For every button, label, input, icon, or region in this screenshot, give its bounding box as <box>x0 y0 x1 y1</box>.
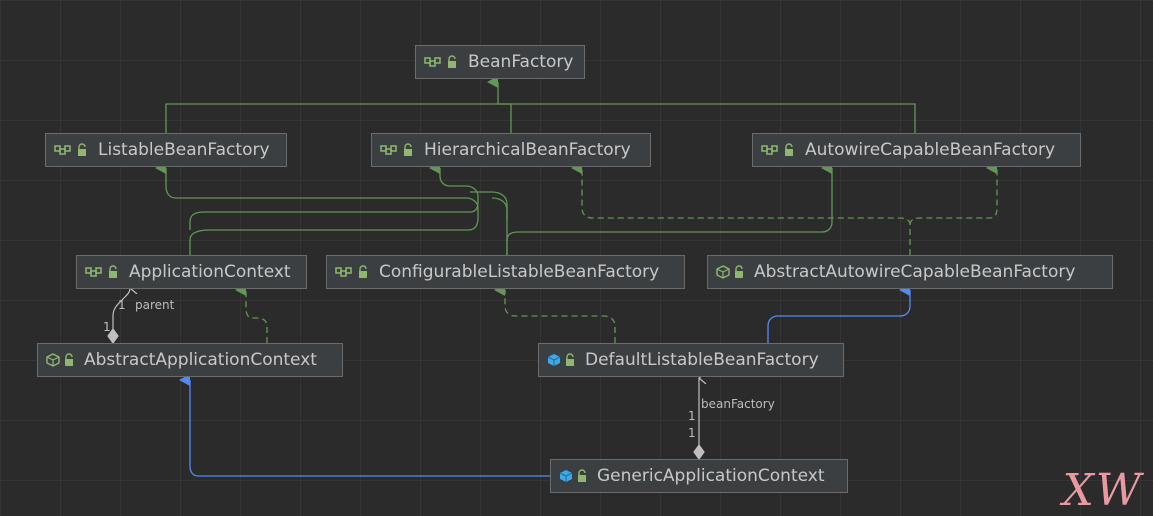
interface-icon <box>424 55 460 69</box>
abstract-class-icon <box>46 353 76 367</box>
beanfactory-multiplicity-bottom: 1 <box>688 426 696 440</box>
node-label: GenericApplicationContext <box>597 466 825 486</box>
node-label: AbstractApplicationContext <box>84 350 317 370</box>
node-label: HierarchicalBeanFactory <box>424 140 631 160</box>
node-label: ListableBeanFactory <box>98 140 270 160</box>
node-generic-application-context[interactable]: GenericApplicationContext <box>550 459 848 493</box>
beanfactory-role-label: beanFactory <box>701 397 775 411</box>
interface-icon <box>761 143 797 157</box>
interface-icon <box>54 143 90 157</box>
node-label: DefaultListableBeanFactory <box>585 350 819 370</box>
node-listable-bean-factory[interactable]: ListableBeanFactory <box>45 133 287 167</box>
edge-generic-to-abstract-appctx <box>179 374 550 477</box>
edge-appctx-to-hierarchical <box>189 162 479 230</box>
node-abstract-application-context[interactable]: AbstractApplicationContext <box>37 343 343 377</box>
node-abstract-autowire-capable-bean-factory[interactable]: AbstractAutowireCapableBeanFactory <box>707 255 1113 289</box>
edge-abstract-appctx-to-appctx <box>235 284 268 343</box>
class-icon <box>559 469 589 483</box>
node-autowire-capable-bean-factory[interactable]: AutowireCapableBeanFactory <box>752 133 1081 167</box>
interface-icon <box>380 143 416 157</box>
watermark: XW <box>1062 465 1143 516</box>
node-label: AutowireCapableBeanFactory <box>805 140 1056 160</box>
class-icon <box>547 353 577 367</box>
abstract-class-icon <box>716 265 746 279</box>
edge-configurable-to-autowire <box>506 162 833 255</box>
edge-configurable-to-hierarchical <box>470 191 508 220</box>
node-label: AbstractAutowireCapableBeanFactory <box>754 262 1076 282</box>
edge-hierarchical-to-beanfactory <box>498 103 512 133</box>
beanfactory-multiplicity-top: 1 <box>688 409 696 423</box>
node-label: BeanFactory <box>468 52 574 72</box>
node-default-listable-bean-factory[interactable]: DefaultListableBeanFactory <box>538 343 844 377</box>
node-hierarchical-bean-factory[interactable]: HierarchicalBeanFactory <box>371 133 651 167</box>
interface-icon <box>335 265 371 279</box>
node-label: ApplicationContext <box>129 262 291 282</box>
edge-abstract-autowire-to-autowire <box>909 162 998 255</box>
node-bean-factory[interactable]: BeanFactory <box>415 45 585 79</box>
edge-default-to-configurable <box>494 284 616 343</box>
edge-configurable-to-listable <box>491 197 508 255</box>
node-application-context[interactable]: ApplicationContext <box>76 255 307 289</box>
node-configurable-listable-bean-factory[interactable]: ConfigurableListableBeanFactory <box>326 255 685 289</box>
parent-multiplicity-top: 1 <box>118 298 126 312</box>
parent-role-label: parent <box>135 298 175 312</box>
parent-multiplicity-bottom: 1 <box>103 320 111 334</box>
edge-listable-to-beanfactory <box>165 76 499 133</box>
node-label: ConfigurableListableBeanFactory <box>379 262 660 282</box>
edge-default-to-abstract-autowire <box>767 284 911 343</box>
edge-autowire-to-beanfactory <box>498 103 916 133</box>
beanfactory-diamond <box>693 443 705 461</box>
interface-icon <box>85 265 121 279</box>
edge-abstract-autowire-to-hierarchical <box>571 162 911 226</box>
